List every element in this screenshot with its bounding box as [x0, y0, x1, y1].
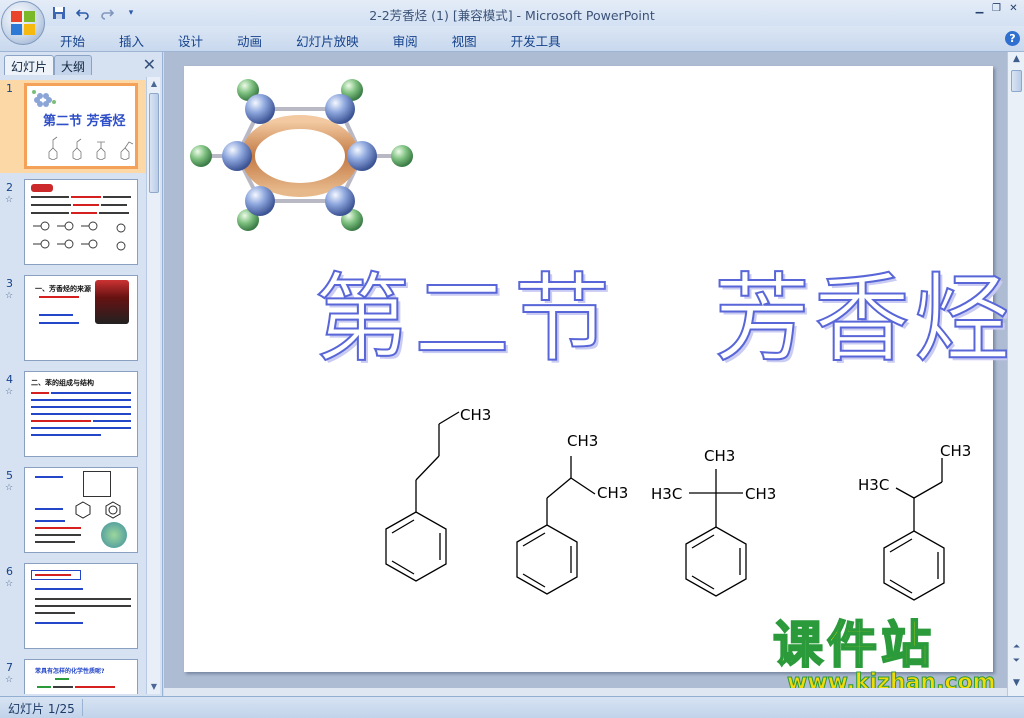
- animation-star-icon: ☆: [5, 387, 14, 397]
- close-pane-icon[interactable]: ✕: [143, 55, 156, 74]
- status-divider: [82, 699, 83, 716]
- scroll-down-icon[interactable]: ▼: [1008, 678, 1024, 692]
- slide-number: 5: [6, 469, 13, 482]
- scrollbar-thumb[interactable]: [149, 93, 159, 193]
- slide-thumbnail-7[interactable]: 7 ☆ 苯具有怎样的化学性质呢?: [0, 659, 146, 694]
- slide-number: 3: [6, 277, 13, 290]
- current-slide[interactable]: 第二节 芳香烃 CH3 CH3 CH3 CH3 H3C CH3 CH3 H3C: [184, 66, 1011, 672]
- title-bar: ▾ 2-2芳香烃 (1) [兼容模式] - Microsoft PowerPoi…: [0, 0, 1024, 45]
- coal-tar-image: [95, 280, 129, 324]
- horizontal-scrollbar[interactable]: [164, 688, 1007, 696]
- slide-thumbnail-title: 苯具有怎样的化学性质呢?: [35, 668, 105, 675]
- slide-thumbnail-3[interactable]: 3 ☆ 一、芳香烃的来源: [0, 275, 146, 365]
- animation-star-icon: ☆: [5, 579, 14, 589]
- slide-editor: 第二节 芳香烃 CH3 CH3 CH3 CH3 H3C CH3 CH3 H3C …: [164, 52, 1024, 696]
- slide-number: 7: [6, 661, 13, 674]
- h3c-label: H3C: [651, 485, 682, 503]
- window-title: 2-2芳香烃 (1) [兼容模式] - Microsoft PowerPoint: [369, 8, 655, 23]
- help-icon[interactable]: ?: [1005, 31, 1020, 46]
- editor-scrollbar[interactable]: ▲ ⏶ ⏷ ▼: [1007, 52, 1024, 696]
- tab-slides[interactable]: 幻灯片: [4, 55, 55, 75]
- minimize-icon[interactable]: ▁: [973, 2, 986, 15]
- molecule-sec-butylbenzene: CH3 H3C: [858, 442, 971, 601]
- office-logo-icon: [11, 11, 35, 35]
- benzene-model-image: [190, 79, 413, 231]
- slide-thumbnail-1[interactable]: 1 第二节 芳香烃: [0, 80, 146, 173]
- molecule-isobutylbenzene: CH3 CH3: [516, 432, 628, 595]
- ch3-label: CH3: [567, 432, 598, 450]
- ch3-label: CH3: [940, 442, 971, 460]
- animation-star-icon: ☆: [5, 195, 14, 205]
- slides-scrollbar[interactable]: ▲ ▼: [146, 77, 160, 694]
- animation-star-icon: ☆: [5, 483, 14, 493]
- slide-title[interactable]: 第二节 芳香烃: [313, 241, 1014, 380]
- status-bar: 幻灯片 1/25: [0, 696, 1024, 718]
- scroll-up-icon[interactable]: ▲: [147, 77, 161, 91]
- tab-home[interactable]: 开始: [60, 31, 85, 50]
- watermark-text: 课件站: [772, 616, 935, 674]
- benzene-model-icon: [32, 90, 56, 107]
- animation-star-icon: ☆: [5, 675, 14, 685]
- slide-thumbnail-4[interactable]: 4 ☆ 二、苯的组成与结构: [0, 371, 146, 461]
- scroll-up-icon[interactable]: ▲: [1008, 54, 1024, 68]
- h3c-label: H3C: [858, 476, 889, 494]
- tab-design[interactable]: 设计: [178, 31, 203, 50]
- close-icon[interactable]: ✕: [1007, 2, 1020, 15]
- slide-counter: 幻灯片 1/25: [8, 702, 75, 716]
- thumbnail-structures: [48, 136, 134, 160]
- ch3-label: CH3: [704, 447, 735, 465]
- slide-number: 4: [6, 373, 13, 386]
- office-button[interactable]: [1, 1, 45, 45]
- slide-number: 1: [6, 82, 13, 95]
- slide-thumbnails: 1 第二节 芳香烃 2 ☆ 3 ☆ 一、芳香烃的来源 4 ☆ 二、苯的组成与结构…: [0, 77, 146, 694]
- tab-insert[interactable]: 插入: [119, 31, 144, 50]
- slide-number: 2: [6, 181, 13, 194]
- animation-star-icon: ☆: [5, 291, 14, 301]
- scrollbar-thumb[interactable]: [1011, 70, 1022, 92]
- prev-slide-icon[interactable]: ⏶: [1008, 642, 1024, 656]
- slide-thumbnail-6[interactable]: 6 ☆: [0, 563, 146, 653]
- window-controls: ▁ ❐ ✕: [973, 2, 1020, 15]
- next-slide-icon[interactable]: ⏷: [1008, 656, 1024, 670]
- ch3-label: CH3: [745, 485, 776, 503]
- ch3-label: CH3: [597, 484, 628, 502]
- molecule-butylbenzene: CH3: [385, 406, 491, 582]
- tab-view[interactable]: 视图: [452, 31, 477, 50]
- tab-outline[interactable]: 大纲: [54, 55, 93, 75]
- slide-thumbnail-title: 第二节 芳香烃: [43, 114, 126, 129]
- tab-animations[interactable]: 动画: [237, 31, 262, 50]
- ch3-label: CH3: [460, 406, 491, 424]
- molecule-tert-butylbenzene: CH3 H3C CH3: [651, 447, 776, 597]
- slide-number: 6: [6, 565, 13, 578]
- slide-thumbnail-title: 一、芳香烃的来源: [35, 285, 91, 293]
- tab-slideshow[interactable]: 幻灯片放映: [296, 31, 359, 50]
- thumbnail-structures: [33, 221, 126, 251]
- scroll-down-icon[interactable]: ▼: [147, 680, 161, 694]
- slide-thumbnail-2[interactable]: 2 ☆: [0, 179, 146, 269]
- tab-review[interactable]: 审阅: [393, 31, 418, 50]
- tab-developer[interactable]: 开发工具: [511, 31, 561, 50]
- slides-pane: 幻灯片 大纲 ✕ 1 第二节 芳香烃 2 ☆ 3 ☆ 一、芳香烃的来源 4 ☆ …: [0, 52, 163, 696]
- slide-thumbnail-5[interactable]: 5 ☆: [0, 467, 146, 557]
- thumbnail-structures: [75, 501, 121, 519]
- watermark: 课件站 www.kjzhan.com: [772, 616, 996, 694]
- restore-icon[interactable]: ❐: [990, 2, 1003, 15]
- slide-thumbnail-title: 二、苯的组成与结构: [31, 379, 94, 387]
- ribbon-tabs: 开始 插入 设计 动画 幻灯片放映 审阅 视图 开发工具 ?: [0, 26, 1024, 52]
